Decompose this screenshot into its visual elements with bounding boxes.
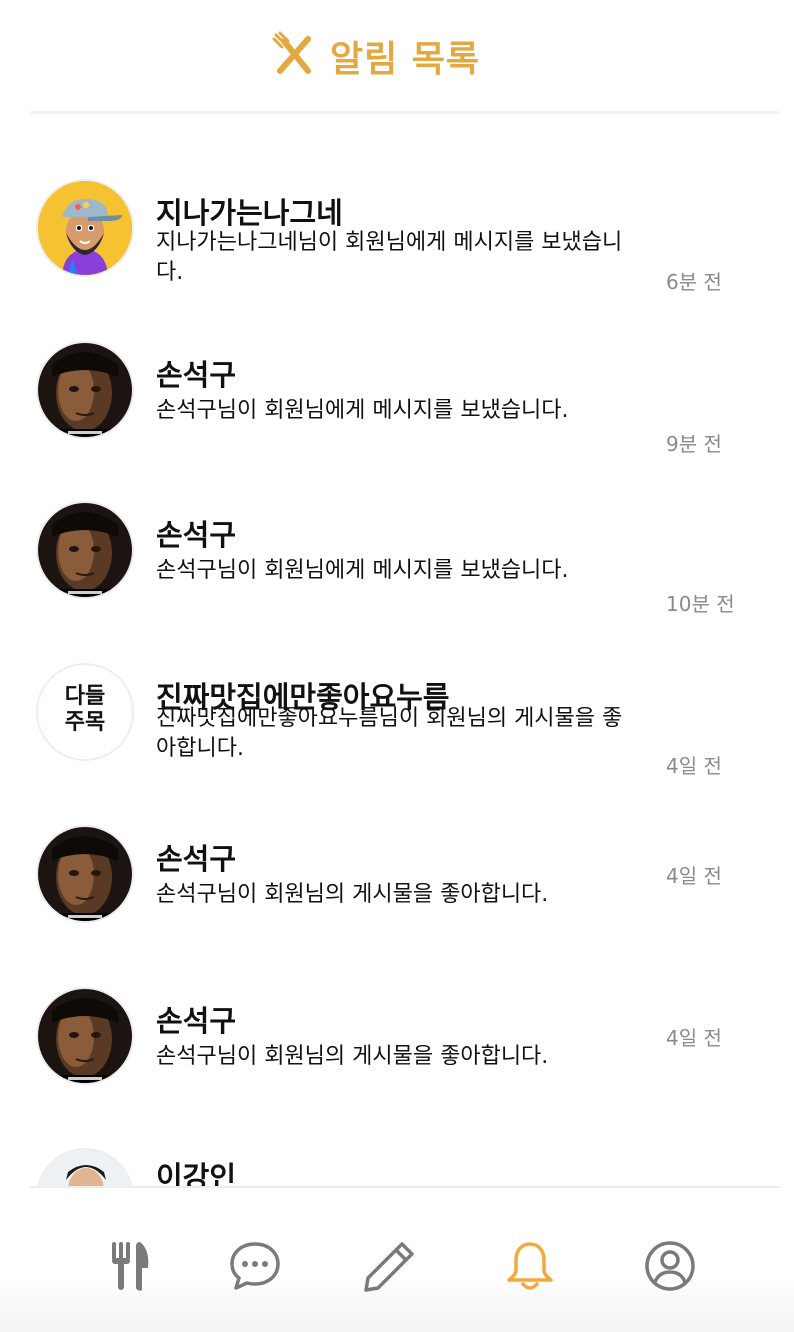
actor-photo-avatar[interactable]: [36, 341, 134, 439]
notification-message: 손석구님이 회원님의 게시물을 좋아합니다.: [156, 1044, 549, 1069]
person-photo-avatar[interactable]: [36, 1148, 134, 1186]
notification-message: 손석구님이 회원님의 게시물을 좋아합니다.: [156, 882, 549, 907]
notification-sender: 손석구: [156, 1004, 237, 1038]
notification-sender: 지나가는나그네: [156, 196, 343, 230]
notification-message: 지나가는나그네님이 회원님에게 메시지를 보냈습니다.: [156, 230, 623, 285]
chat-bubble-icon[interactable]: [227, 1238, 283, 1294]
actor-photo-avatar[interactable]: [36, 501, 134, 599]
notification-item[interactable]: 손석구 손석구님이 회원님에게 메시지를 보냈습니다. 9분 전: [0, 326, 794, 486]
notification-time: 4일 전: [666, 754, 722, 778]
actor-photo-avatar[interactable]: [36, 987, 134, 1085]
notification-item[interactable]: 손석구 손석구님이 회원님의 게시물을 좋아합니다. 4일 전: [0, 972, 794, 1132]
utensils-crossed-icon: [272, 31, 316, 81]
notification-time: 4일 전: [666, 1026, 722, 1050]
notification-item[interactable]: 손석구 손석구님이 회원님의 게시물을 좋아합니다. 4일 전: [0, 810, 794, 970]
calligraphy-text-line: 주목: [64, 709, 106, 735]
pencil-icon[interactable]: [362, 1238, 418, 1294]
notification-time: 10분 전: [666, 592, 735, 616]
bottom-nav: [0, 1188, 794, 1332]
notification-item[interactable]: 손석구 손석구님이 회원님에게 메시지를 보냈습니다. 10분 전: [0, 486, 794, 646]
notification-item[interactable]: 다들 주목 진짜맛집에만좋아요누름 진짜맛집에만좋아요누름님이 회원님의 게시물…: [0, 648, 794, 808]
notification-item[interactable]: 지나가는나그네 지나가는나그네님이 회원님에게 메시지를 보냈습니다. 6분 전: [0, 164, 794, 324]
notification-sender: 이강인: [156, 1160, 237, 1186]
bell-icon[interactable]: [502, 1238, 558, 1294]
fork-knife-icon[interactable]: [102, 1238, 158, 1294]
notification-sender: 손석구: [156, 842, 237, 876]
notification-message: 손석구님이 회원님에게 메시지를 보냈습니다.: [156, 558, 569, 583]
calligraphy-text-line: 다들: [64, 683, 106, 709]
cartoon-bearded-man-avatar[interactable]: [36, 179, 134, 277]
calligraphy-avatar[interactable]: 다들 주목: [36, 663, 134, 761]
notification-item[interactable]: 이강인: [0, 1132, 794, 1186]
profile-icon[interactable]: [642, 1238, 698, 1294]
notification-sender: 손석구: [156, 518, 237, 552]
page-title: 알림 목록: [330, 39, 481, 80]
notification-message: 진짜맛집에만좋아요누름님이 회원님의 게시물을 좋아합니다.: [156, 706, 623, 761]
notification-time: 6분 전: [666, 270, 722, 294]
notification-list[interactable]: 지나가는나그네 지나가는나그네님이 회원님에게 메시지를 보냈습니다. 6분 전…: [0, 114, 794, 1186]
notification-message: 손석구님이 회원님에게 메시지를 보냈습니다.: [156, 398, 569, 423]
notification-sender: 손석구: [156, 358, 237, 392]
header: 알림 목록: [0, 0, 794, 114]
notification-time: 4일 전: [666, 864, 722, 888]
header-title-group: 알림 목록: [272, 30, 480, 82]
notification-time: 9분 전: [666, 432, 722, 456]
actor-photo-avatar[interactable]: [36, 825, 134, 923]
